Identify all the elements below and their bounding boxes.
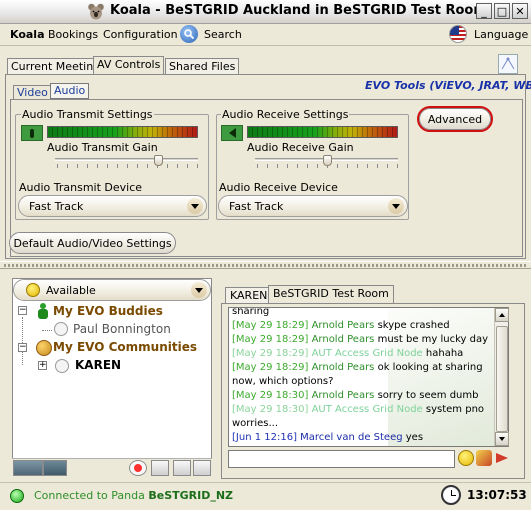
receive-gain-thumb[interactable] [322,155,332,166]
menu-bookings[interactable]: Bookings [48,28,98,41]
microphone-icon[interactable] [21,125,43,141]
receive-gain-label: Audio Receive Gain [247,141,354,154]
title-bar: Koala - BeSTGRID Auckland in BeSTGRID Te… [0,0,531,24]
evo-tools-link[interactable]: EVO Tools (ViEVO, JRAT, WB) [365,79,531,92]
transmit-level-meter [47,126,198,138]
expand-karen-toggle[interactable]: + [38,361,47,370]
clock-time: 13:07:53 [467,488,527,502]
transmit-gain-slider[interactable] [55,158,198,161]
audio-transmit-title: Audio Transmit Settings [21,108,154,121]
find-people-icon[interactable] [43,460,67,476]
speaker-icon[interactable] [221,125,243,141]
menu-language[interactable]: Language [474,28,528,41]
highlight-annotation [417,106,493,132]
us-flag-icon[interactable] [449,25,467,43]
buddy-group-icon [37,303,49,319]
chat-line: sharing [232,307,270,317]
chat-tab-karen[interactable]: KAREN [225,287,273,304]
add-buddy-icon[interactable] [151,460,169,476]
collapse-communities-toggle[interactable]: − [18,343,27,352]
communities-group-label[interactable]: My EVO Communities [53,340,197,354]
smiley-icon [26,283,40,297]
tree-line [22,317,23,365]
buddy-paul-bonnington[interactable]: Paul Bonnington [73,322,171,336]
chat-log: sharing [May 29 18:29] Arnold Pears skyp… [228,307,509,447]
connection-status-icon [10,489,24,503]
window-title: Koala - BeSTGRID Auckland in BeSTGRID Te… [110,3,487,18]
format-brush-icon[interactable] [476,450,492,466]
chat-line: now, which options? [232,376,334,387]
evo-logo-icon [498,54,518,74]
close-button[interactable]: ✕ [512,3,528,19]
chat-line: [May 29 18:30] Arnold Pears sorry to see… [232,390,479,401]
menu-configuration[interactable]: Configuration [103,28,178,41]
tree-line [42,330,52,331]
default-av-settings-button[interactable]: Default Audio/Video Settings [9,232,176,254]
maximize-button[interactable]: □ [494,3,510,19]
scroll-down-icon[interactable] [495,432,509,446]
buddies-group-label[interactable]: My EVO Buddies [53,304,163,318]
chat-bubble-icon[interactable] [193,460,211,476]
document-icon[interactable] [173,460,191,476]
chevron-down-icon[interactable] [187,198,203,214]
panel-splitter[interactable] [0,261,531,269]
minimize-button[interactable]: _ [476,3,492,19]
transmit-gain-label: Audio Transmit Gain [47,141,158,154]
offline-buddy-icon [54,322,68,336]
people-icon[interactable] [13,460,43,476]
receive-device-label: Audio Receive Device [219,181,338,194]
collapse-buddies-toggle[interactable]: − [18,306,27,315]
scroll-up-icon[interactable] [495,308,509,322]
menu-koala[interactable]: Koala [10,28,45,41]
community-karen[interactable]: KAREN [75,358,121,372]
tab-shared-files[interactable]: Shared Files [165,58,240,74]
clock-icon [441,485,461,505]
koala-app-icon [88,3,104,20]
transmit-device-label: Audio Transmit Device [19,181,143,194]
menu-search[interactable]: Search [204,28,242,41]
receive-device-select[interactable]: Fast Track [218,195,408,217]
send-icon[interactable] [494,450,514,466]
tab-video[interactable]: Video [13,85,52,100]
chat-line: worries... [232,418,279,429]
chat-line: [May 29 18:29] AUT Access Grid Node haha… [232,348,464,359]
chat-message-input[interactable] [228,450,455,468]
chevron-down-icon[interactable] [191,282,207,298]
tab-av-controls[interactable]: AV Controls [93,56,165,74]
record-icon[interactable] [129,460,147,476]
chat-line: [May 29 18:30] AUT Access Grid Node syst… [232,404,485,415]
transmit-gain-ticks [57,164,198,168]
presence-status-select[interactable]: Available [13,279,211,301]
transmit-device-value: Fast Track [29,199,84,213]
chevron-down-icon[interactable] [388,198,404,214]
presence-status-value: Available [46,284,96,297]
chat-tab-bestgrid-test-room[interactable]: BeSTGRID Test Room [268,285,394,304]
community-group-icon [36,340,52,356]
chat-line: [May 29 18:29] Arnold Pears ok looking a… [232,362,483,373]
audio-receive-title: Audio Receive Settings [221,108,350,121]
search-icon[interactable] [180,25,198,43]
chat-line: [Jun 1 12:16] Marcel van de Steeg yes [232,432,424,443]
receive-level-meter [247,126,398,138]
chat-scrollbar[interactable] [494,308,509,446]
community-node-icon [55,359,69,373]
tab-current-meeting[interactable]: Current Meeting [7,58,105,74]
tab-audio[interactable]: Audio [50,83,90,99]
chat-line: [May 29 18:29] Arnold Pears must be my l… [232,334,489,345]
chat-line: [May 29 18:29] Arnold Pears skype crashe… [232,320,450,331]
connection-status-text: Connected to Panda BeSTGRID_NZ [34,489,234,502]
scroll-thumb[interactable] [496,326,508,432]
transmit-device-select[interactable]: Fast Track [18,195,207,217]
transmit-gain-thumb[interactable] [153,155,163,166]
emoticon-icon[interactable] [458,450,474,466]
receive-device-value: Fast Track [229,199,284,213]
